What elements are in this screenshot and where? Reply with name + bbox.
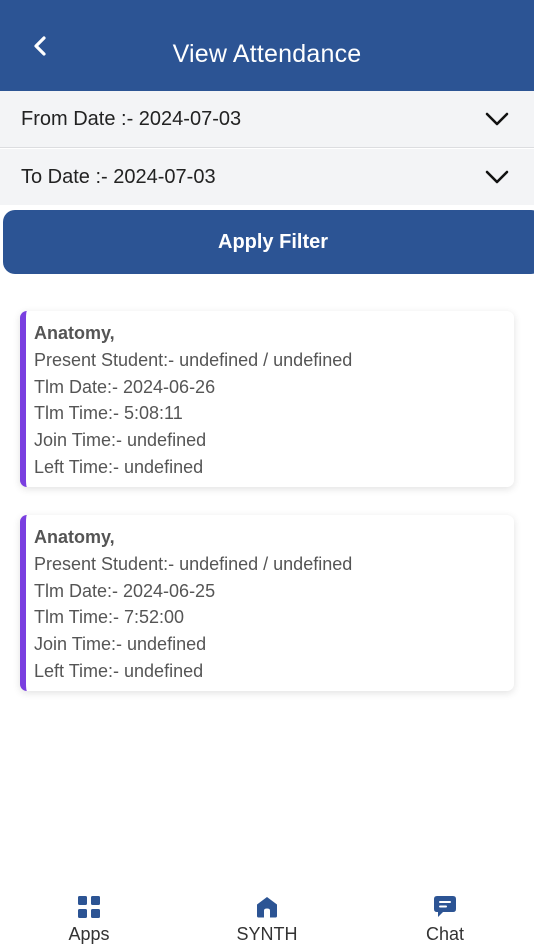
from-date-label: From Date :- 2024-07-03 (21, 107, 242, 130)
subject-name: Anatomy, (34, 323, 115, 343)
grid-icon (76, 894, 102, 920)
apply-filter-button[interactable]: Apply Filter (3, 210, 534, 274)
chat-icon (432, 894, 458, 920)
attendance-card[interactable]: Anatomy, Present Student:- undefined / u… (20, 515, 514, 691)
bottom-navigation: Apps SYNTH Chat (0, 880, 534, 950)
chevron-down-icon (485, 170, 509, 184)
left-time: Left Time:- undefined (34, 456, 204, 477)
nav-chat-label: Chat (425, 924, 465, 944)
nav-synth-label: SYNTH (236, 924, 298, 944)
tlm-date: Tlm Date:- 2024-06-25 (34, 580, 216, 601)
left-time: Left Time:- undefined (34, 660, 204, 681)
nav-synth[interactable]: SYNTH (197, 880, 337, 950)
from-date-dropdown[interactable]: From Date :- 2024-07-03 (0, 91, 534, 148)
tlm-time: Tlm Time:- 5:08:11 (34, 403, 183, 424)
nav-apps-label: Apps (68, 924, 110, 944)
home-icon (254, 894, 280, 920)
tlm-time: Tlm Time:- 7:52:00 (34, 607, 185, 628)
join-time: Join Time:- undefined (34, 430, 207, 451)
nav-apps[interactable]: Apps (19, 880, 159, 950)
chevron-down-icon (485, 112, 509, 126)
to-date-label: To Date :- 2024-07-03 (21, 165, 216, 188)
tlm-date: Tlm Date:- 2024-06-26 (34, 376, 216, 397)
page-title: View Attendance (172, 40, 362, 68)
present-student: Present Student:- undefined / undefined (34, 553, 353, 574)
app-header: View Attendance (0, 0, 534, 91)
attendance-card[interactable]: Anatomy, Present Student:- undefined / u… (20, 311, 514, 487)
join-time: Join Time:- undefined (34, 634, 207, 655)
present-student: Present Student:- undefined / undefined (34, 349, 353, 370)
subject-name: Anatomy, (34, 527, 115, 547)
nav-chat[interactable]: Chat (375, 880, 515, 950)
to-date-dropdown[interactable]: To Date :- 2024-07-03 (0, 149, 534, 205)
